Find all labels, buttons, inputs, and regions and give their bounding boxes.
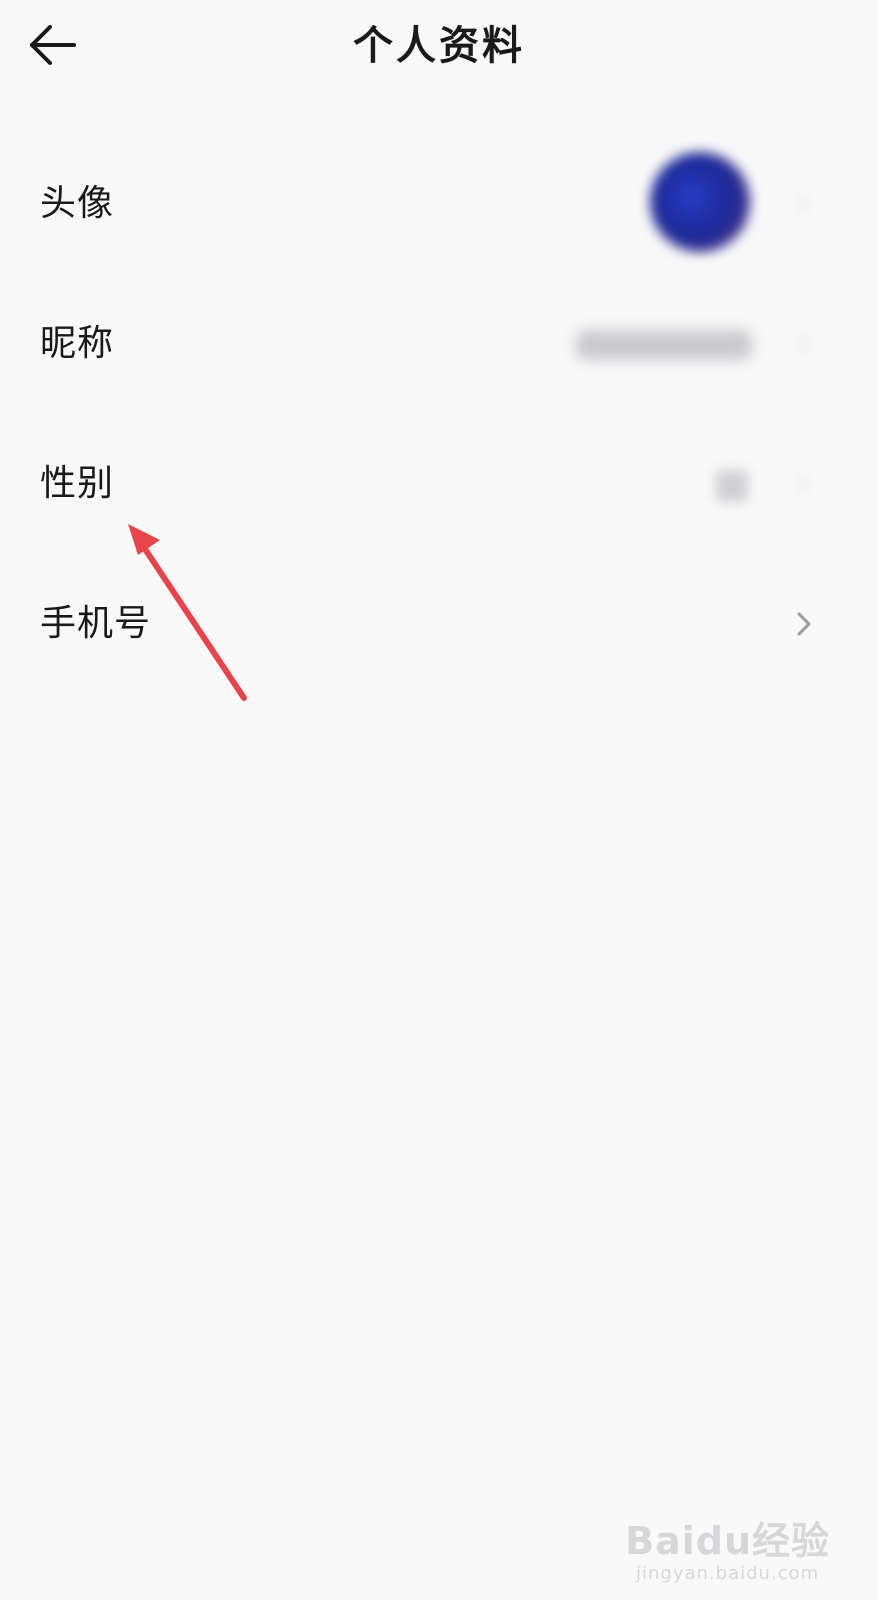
chevron-right-icon	[797, 192, 811, 216]
page-title: 个人资料	[353, 23, 525, 69]
top-bar: 个人资料	[0, 0, 878, 96]
chevron-right-icon	[797, 612, 811, 636]
chevron-right-icon	[797, 332, 811, 356]
avatar	[650, 152, 750, 252]
phone-label: 手机号	[40, 603, 152, 644]
gender-label: 性别	[40, 463, 115, 504]
gender-value-blurred	[716, 470, 748, 502]
avatar-row[interactable]: 头像	[0, 134, 878, 274]
nickname-row[interactable]: 昵称	[0, 274, 878, 414]
nickname-label: 昵称	[40, 323, 115, 364]
gender-row[interactable]: 性别	[0, 414, 878, 554]
watermark-url: jingyan.baidu.com	[636, 1563, 820, 1584]
phone-row[interactable]: 手机号	[0, 554, 878, 694]
watermark-logo: Baidu经验	[625, 1519, 830, 1563]
watermark: Baidu经验 jingyan.baidu.com	[625, 1510, 830, 1584]
chevron-right-icon	[797, 472, 811, 496]
avatar-label: 头像	[40, 183, 115, 224]
nickname-value-blurred	[576, 330, 752, 360]
